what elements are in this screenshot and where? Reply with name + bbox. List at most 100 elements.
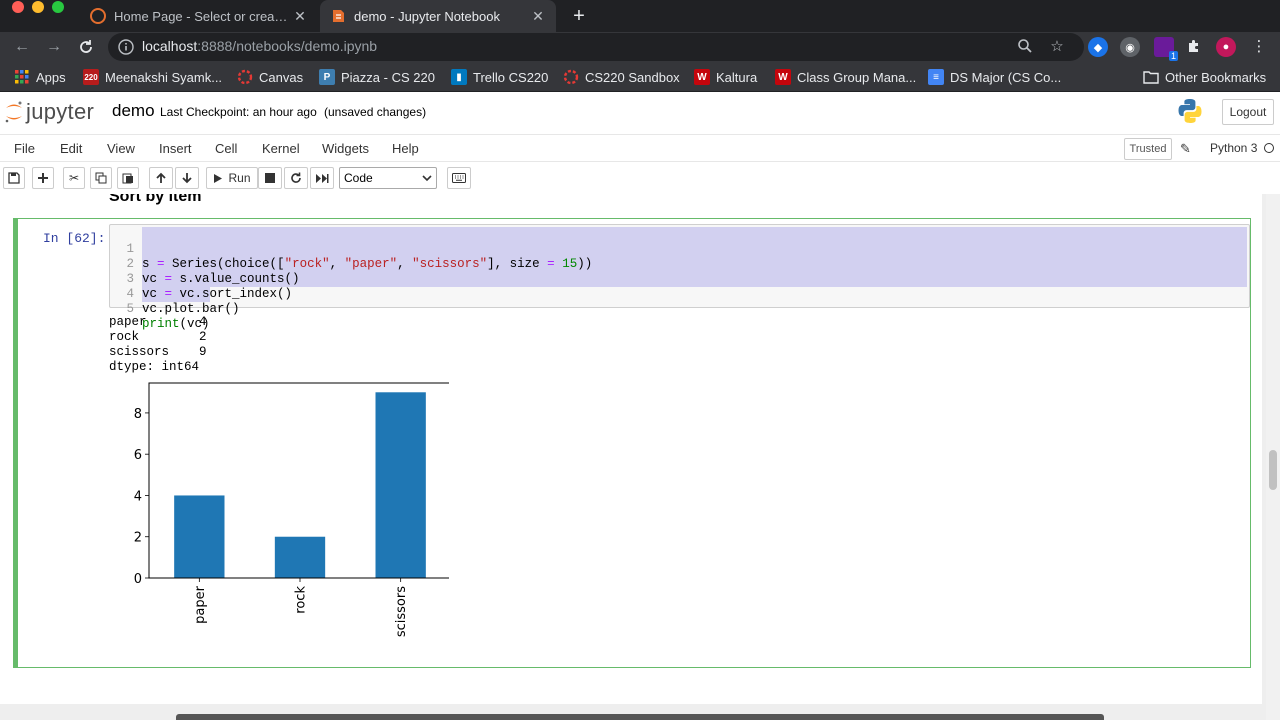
close-tab-icon[interactable]: ✕ [290, 8, 310, 25]
browser-tab-home[interactable]: Home Page - Select or create a ✕ [80, 0, 318, 32]
menu-cell[interactable]: Cell [215, 141, 237, 156]
jupyter-logo-icon [5, 101, 22, 123]
paste-button[interactable] [117, 167, 139, 189]
extension-shield-icon[interactable]: ◆ [1088, 37, 1108, 57]
chart-bar [274, 536, 326, 578]
output-line: rock 2 [109, 330, 207, 344]
maximize-window-button[interactable] [52, 1, 64, 13]
jupyter-header: jupyter demo Last Checkpoint: an hour ag… [0, 93, 1280, 131]
fast-forward-icon [316, 173, 329, 183]
profile-avatar[interactable]: ● [1216, 37, 1236, 57]
code-line: 3 vc = vc.sort_index() [126, 272, 293, 301]
bookmark-kaltura[interactable]: W Kaltura [694, 68, 757, 86]
restart-run-all-button[interactable] [310, 167, 334, 189]
cell-output-text: paper 4 rock 2 scissors 9 dtype: int64 [109, 315, 207, 375]
minimize-window-button[interactable] [32, 1, 44, 13]
menu-view[interactable]: View [107, 141, 135, 156]
code-line: 5 print(vc) [126, 302, 210, 331]
extension-badge: 1 [1168, 51, 1178, 61]
kernel-name[interactable]: Python 3 [1210, 141, 1257, 155]
wisc-w-icon: W [694, 69, 710, 85]
scrollbar-thumb[interactable] [1269, 450, 1277, 490]
code-cell[interactable]: In [62]: 1 s = Series(choice(["rock", "p… [13, 218, 1251, 668]
google-doc-icon: ≡ [928, 69, 944, 85]
url-bar[interactable]: localhost:8888/notebooks/demo.ipynb [108, 33, 1084, 61]
search-icon[interactable] [1016, 37, 1034, 55]
browser-menu-icon[interactable]: ⋮ [1250, 37, 1268, 55]
menu-help[interactable]: Help [392, 141, 419, 156]
dock-strip [176, 714, 1104, 720]
y-tick-label: 8 [134, 407, 142, 422]
chart-bar [375, 392, 426, 578]
paste-icon [122, 173, 133, 184]
arrow-down-icon [182, 173, 192, 184]
bookmark-class-group[interactable]: W Class Group Mana... [775, 68, 916, 86]
code-line: 4 vc.plot.bar() [126, 287, 240, 316]
new-tab-icon[interactable]: + [566, 0, 592, 32]
bookmark-ds-major[interactable]: ≡ DS Major (CS Co... [928, 68, 1061, 86]
back-icon[interactable]: ← [10, 35, 34, 59]
extensions-puzzle-icon[interactable] [1185, 37, 1203, 55]
cut-button[interactable]: ✂ [63, 167, 85, 189]
bookmark-canvas[interactable]: Canvas [237, 68, 303, 86]
add-cell-button[interactable] [32, 167, 54, 189]
checkpoint-status: Last Checkpoint: an hour ago [160, 105, 317, 119]
other-bookmarks[interactable]: Other Bookmarks [1143, 68, 1266, 86]
bookmark-trello[interactable]: ▮ Trello CS220 [451, 68, 548, 86]
reload-icon[interactable] [74, 35, 98, 59]
extension-circle-icon[interactable]: ◉ [1120, 37, 1140, 57]
close-tab-icon[interactable]: ✕ [528, 8, 548, 25]
save-button[interactable] [3, 167, 25, 189]
forward-icon[interactable]: → [42, 35, 66, 59]
notebook-container: Sort by item In [62]: 1 s = Series(choic… [0, 194, 1280, 720]
bar-chart: paper rock scissors 0 2 4 6 8 [134, 382, 449, 637]
menu-insert[interactable]: Insert [159, 141, 192, 156]
run-button[interactable]: Run [206, 167, 258, 189]
move-down-button[interactable] [175, 167, 199, 189]
folder-icon [1143, 69, 1159, 85]
interrupt-button[interactable] [258, 167, 282, 189]
jupyter-logo-text: jupyter [26, 99, 95, 124]
menu-kernel[interactable]: Kernel [262, 141, 300, 156]
close-window-button[interactable] [12, 1, 24, 13]
y-tick-label: 6 [134, 448, 142, 463]
logout-button[interactable]: Logout [1222, 99, 1274, 125]
extension-p-icon[interactable]: 1 [1154, 37, 1178, 61]
trello-icon: ▮ [451, 69, 467, 85]
code-line: 2 vc = s.value_counts() [126, 257, 300, 286]
move-up-button[interactable] [149, 167, 173, 189]
restart-button[interactable] [284, 167, 308, 189]
chevron-down-icon [422, 175, 432, 182]
tab-title: demo - Jupyter Notebook [354, 8, 500, 24]
star-icon[interactable]: ☆ [1048, 37, 1066, 55]
code-editor[interactable]: 1 s = Series(choice(["rock", "paper", "s… [109, 224, 1250, 331]
autosave-status: (unsaved changes) [324, 105, 427, 119]
jupyter-logo[interactable]: jupyter [4, 97, 94, 127]
keyboard-icon [452, 173, 466, 183]
menu-widgets[interactable]: Widgets [322, 141, 369, 156]
stop-icon [265, 173, 275, 183]
arrow-up-icon [156, 172, 166, 183]
bookmarks-bar: Apps 220 Meenakshi Syamk... Canvas P Pia… [0, 62, 1280, 92]
output-line: dtype: int64 [109, 360, 200, 374]
canvas-icon [237, 69, 253, 85]
menu-edit[interactable]: Edit [60, 141, 82, 156]
cell-type-select[interactable]: Code [339, 167, 437, 189]
python-logo-icon [1178, 99, 1202, 123]
x-tick-label: paper [193, 585, 208, 623]
notebook-name[interactable]: demo [112, 101, 155, 121]
info-icon[interactable] [118, 39, 134, 55]
trusted-indicator[interactable]: Trusted [1124, 138, 1172, 160]
copy-button[interactable] [90, 167, 112, 189]
bookmark-meenakshi[interactable]: 220 Meenakshi Syamk... [83, 68, 222, 86]
address-bar-row: ← → localhost:8888/notebooks/demo.ipynb … [0, 32, 1280, 62]
pencil-icon[interactable]: ✎ [1180, 141, 1191, 157]
browser-tab-demo[interactable]: demo - Jupyter Notebook ✕ [320, 0, 556, 32]
menu-file[interactable]: File [14, 141, 35, 156]
bookmark-apps[interactable]: Apps [14, 68, 66, 86]
bookmark-piazza[interactable]: P Piazza - CS 220 [319, 68, 435, 86]
bookmark-sandbox[interactable]: CS220 Sandbox [563, 68, 680, 86]
kernel-status-icon [1264, 143, 1274, 153]
command-palette-button[interactable] [447, 167, 471, 189]
restart-icon [291, 172, 301, 183]
